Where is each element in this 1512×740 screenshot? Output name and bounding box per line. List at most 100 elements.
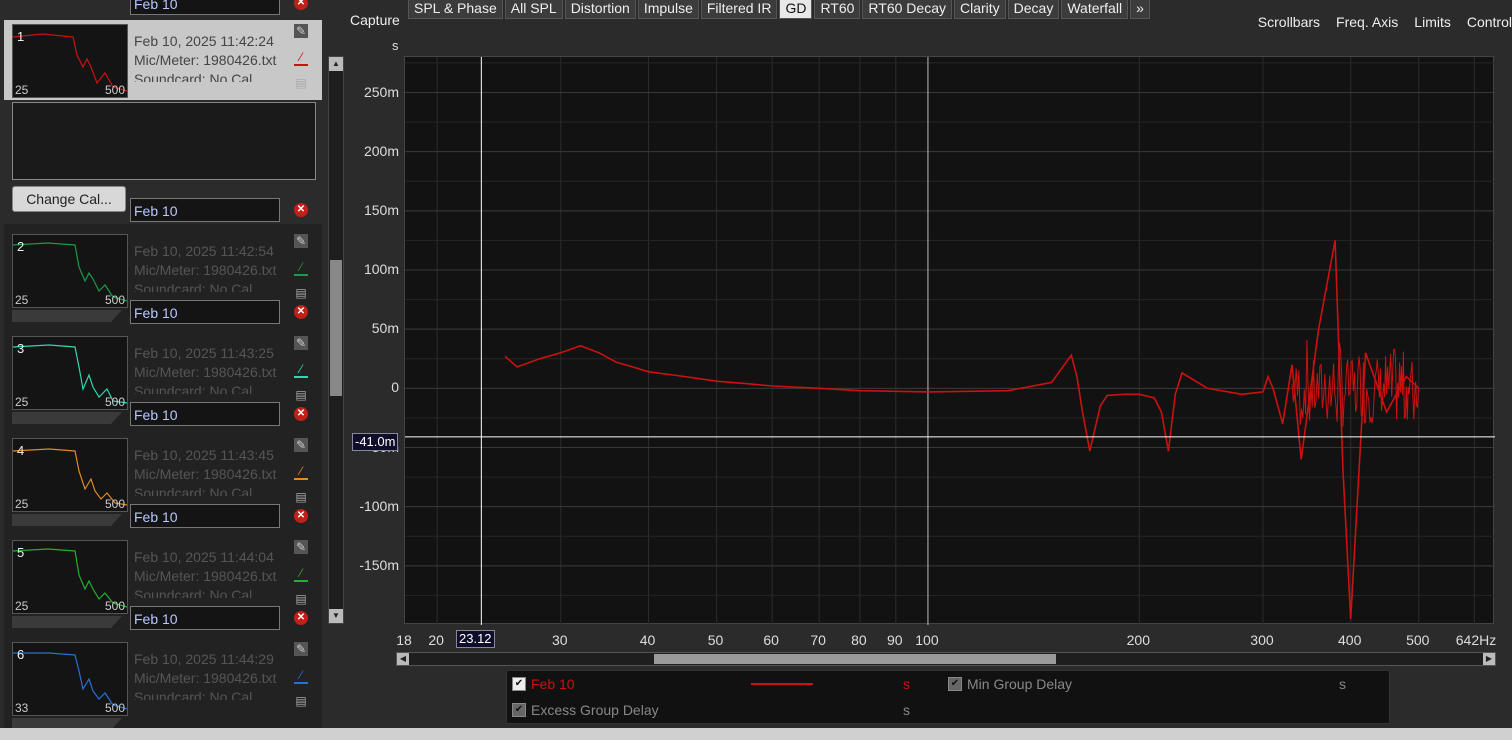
notes-textarea[interactable] (12, 102, 316, 180)
excess-group-delay-unit: s (903, 702, 910, 718)
measurement-thumbnail[interactable]: 6 33 500 (12, 642, 128, 716)
graph-controls: Scrollbars Freq. Axis Limits Control (1242, 14, 1512, 30)
trace-visible-checkbox[interactable]: ✔ (512, 677, 526, 691)
group-delay-plot[interactable] (404, 56, 1495, 625)
measurement-tab[interactable] (12, 514, 122, 526)
thumbnail-low-freq: 33 (15, 701, 29, 715)
line-color-icon[interactable]: ⁄ (294, 566, 308, 582)
freq-axis-button[interactable]: Freq. Axis (1336, 14, 1398, 30)
measurement-thumbnail[interactable]: 1 25 500 (12, 24, 128, 98)
notes-icon[interactable]: ▤ (294, 694, 308, 708)
notes-icon[interactable]: ▤ (294, 592, 308, 606)
min-group-delay-checkbox[interactable]: ✔ (948, 677, 962, 691)
measurement-thumbnail[interactable]: 2 25 500 (12, 234, 128, 308)
line-color-icon[interactable]: ⁄ (294, 260, 308, 276)
trace-legend: ✔ Feb 10 s ✔ Min Group Delay s ✔ Excess … (506, 670, 1390, 724)
measurement-item[interactable]: 1 25 500 Feb 10, 2025 11:42:24 Mic/Meter: 19… (4, 20, 322, 100)
tab-decay[interactable]: Decay (1007, 0, 1060, 19)
frequency-scroll-thumb[interactable] (654, 654, 1056, 664)
thumbnail-high-freq: 500 (104, 497, 125, 511)
tab-gd[interactable]: GD (779, 0, 813, 19)
measurement-name-field[interactable]: Feb 10 (130, 198, 280, 222)
thumbnail-high-freq: 500 (104, 293, 125, 307)
limits-button[interactable]: Limits (1414, 14, 1451, 30)
y-tick-label: -150m (359, 556, 399, 573)
edit-pencil-icon[interactable]: ✎ (294, 642, 308, 656)
status-bar (0, 728, 1512, 740)
edit-pencil-icon[interactable]: ✎ (294, 438, 308, 452)
tab-filtered-ir[interactable]: Filtered IR (700, 0, 778, 19)
legend-trace-name: Feb 10 (531, 676, 575, 692)
measurement-info: Feb 10, 2025 11:44:29 Mic/Meter: 1980426.… (134, 650, 276, 700)
edit-pencil-icon[interactable]: ✎ (294, 540, 308, 554)
change-cal-button[interactable]: Change Cal... (12, 186, 126, 212)
close-icon[interactable]: ✕ (294, 203, 308, 217)
min-group-delay-label: Min Group Delay (967, 676, 1073, 692)
close-icon[interactable]: ✕ (294, 407, 308, 421)
scroll-up-arrow-icon[interactable]: ▲ (329, 57, 343, 71)
edit-pencil-icon[interactable]: ✎ (294, 336, 308, 350)
edit-pencil-icon[interactable]: ✎ (294, 234, 308, 248)
x-tick-label: 500 (1406, 632, 1430, 648)
measurement-number: 3 (17, 341, 25, 356)
y-tick-label: 0 (391, 379, 399, 396)
tab-rt60-decay[interactable]: RT60 Decay (862, 0, 952, 19)
tab--[interactable]: » (1130, 0, 1150, 19)
tab-spl-phase[interactable]: SPL & Phase (408, 0, 503, 19)
scroll-right-arrow-icon[interactable]: ▶ (1483, 653, 1495, 665)
tab-distortion[interactable]: Distortion (564, 0, 636, 19)
measurement-thumbnail[interactable]: 5 25 500 (12, 540, 128, 614)
measurements-scroll-thumb[interactable] (330, 260, 342, 396)
x-tick-label: 40 (639, 632, 656, 648)
measurement-number: 5 (17, 545, 25, 560)
capture-button[interactable]: Capture (350, 12, 400, 28)
measurement-number: 2 (17, 239, 25, 254)
line-color-icon[interactable]: ⁄ (294, 362, 308, 378)
tab-rt60[interactable]: RT60 (814, 0, 861, 19)
tab-waterfall[interactable]: Waterfall (1061, 0, 1129, 19)
notes-icon[interactable]: ▤ (294, 490, 308, 504)
excess-group-delay-checkbox[interactable]: ✔ (512, 703, 526, 717)
edit-pencil-icon[interactable]: ✎ (294, 24, 308, 38)
control-button[interactable]: Control (1467, 14, 1512, 30)
measurements-panel: 1 25 500 Feb 10, 2025 11:42:24 Mic/Meter: 19… (0, 0, 344, 740)
measurement-name-field[interactable]: Feb 10 (130, 300, 280, 324)
measurement-name-field[interactable]: Feb 10 (130, 504, 280, 528)
y-tick-label: 250m (363, 83, 399, 100)
thumbnail-high-freq: 500 (104, 395, 125, 409)
close-icon[interactable]: ✕ (294, 509, 308, 523)
notes-icon[interactable]: ▤ (294, 76, 308, 90)
measurement-name-field[interactable]: Feb 10 (130, 402, 280, 426)
measurement-name-field[interactable]: Feb 10 (130, 0, 280, 15)
tab-all-spl[interactable]: All SPL (504, 0, 563, 19)
measurement-thumbnail[interactable]: 3 25 500 (12, 336, 128, 410)
notes-icon[interactable]: ▤ (294, 286, 308, 300)
line-color-icon[interactable]: ⁄ (294, 668, 308, 684)
measurement-name-field[interactable]: Feb 10 (130, 606, 280, 630)
thumbnail-low-freq: 25 (15, 293, 29, 307)
plot-canvas[interactable] (405, 57, 1495, 625)
close-icon[interactable]: ✕ (294, 611, 308, 625)
measurement-thumbnail[interactable]: 4 25 500 (12, 438, 128, 512)
cursor-x-readout: 23.12 (456, 630, 495, 648)
close-icon[interactable]: ✕ (294, 305, 308, 319)
line-color-icon[interactable]: ⁄ (294, 50, 308, 66)
scrollbars-button[interactable]: Scrollbars (1258, 14, 1320, 30)
measurement-mic-cal: Mic/Meter: 1980426.txt (134, 364, 277, 380)
measurement-soundcard-cal: Soundcard: No Cal (134, 485, 253, 496)
measurement-datetime: Feb 10, 2025 11:43:25 (134, 345, 274, 361)
measurement-soundcard-cal: Soundcard: No Cal (134, 689, 253, 700)
measurement-info: Feb 10, 2025 11:42:54 Mic/Meter: 1980426.… (134, 242, 276, 292)
tab-clarity[interactable]: Clarity (953, 0, 1006, 19)
notes-icon[interactable]: ▤ (294, 388, 308, 402)
scroll-left-arrow-icon[interactable]: ◀ (397, 653, 409, 665)
scroll-down-arrow-icon[interactable]: ▼ (329, 609, 343, 623)
close-icon[interactable]: ✕ (294, 0, 308, 10)
thumbnail-low-freq: 25 (15, 599, 29, 613)
measurement-tab[interactable] (12, 616, 122, 628)
measurement-tab[interactable] (12, 310, 122, 322)
x-tick-label: 70 (810, 632, 826, 648)
line-color-icon[interactable]: ⁄ (294, 464, 308, 480)
measurement-tab[interactable] (12, 412, 122, 424)
tab-impulse[interactable]: Impulse (637, 0, 699, 19)
